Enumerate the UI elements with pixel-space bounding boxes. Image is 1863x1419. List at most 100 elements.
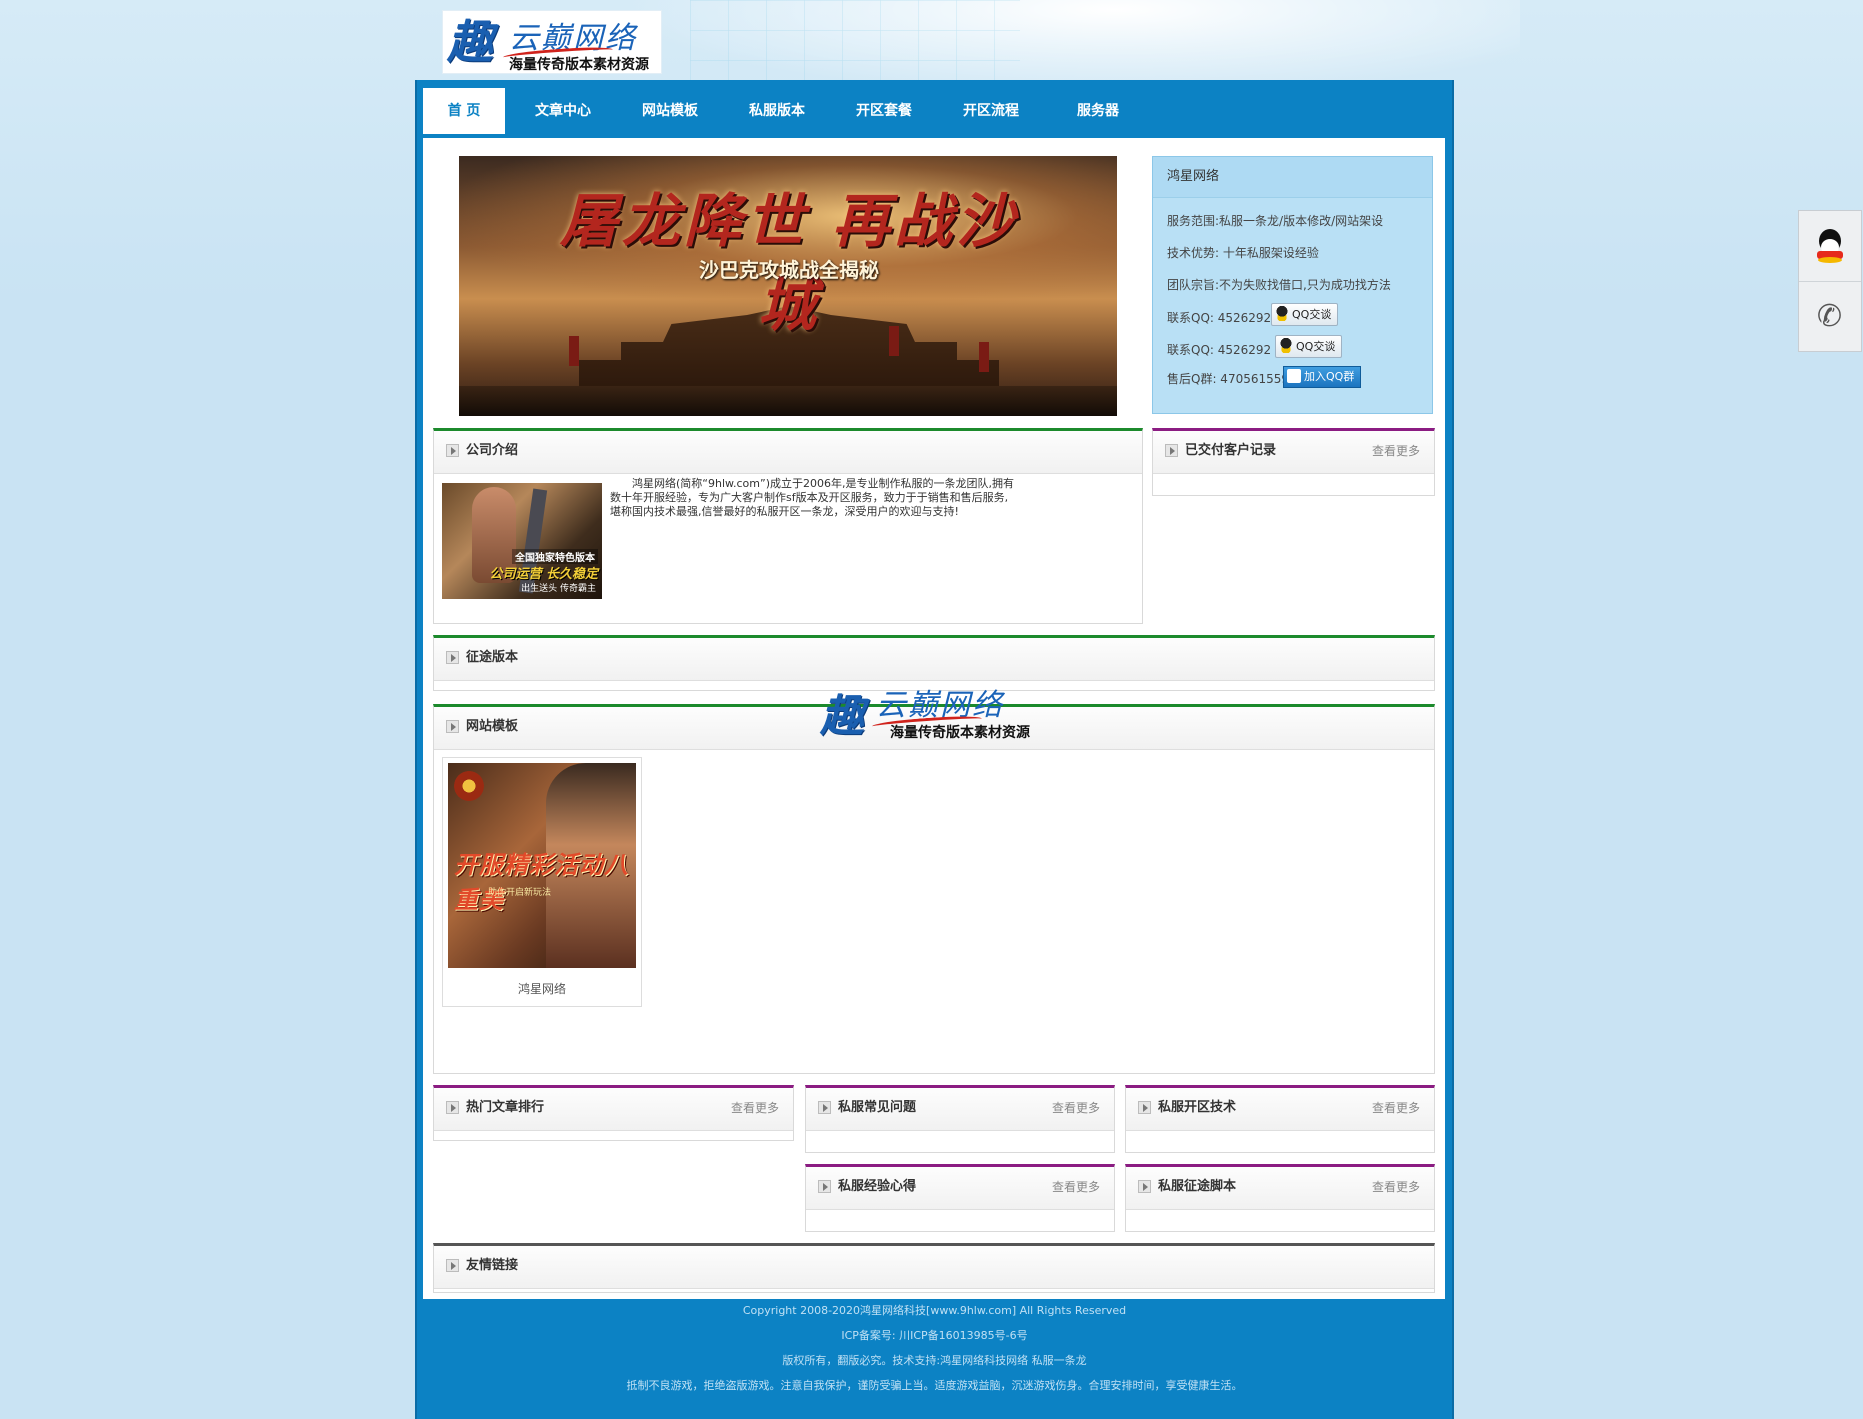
website-templates-panel: 网站模板 开服精彩活动八重美 助你开启新玩法 鸿星网络 (433, 704, 1435, 1074)
emblem-icon (454, 771, 484, 801)
background-tiles (690, 0, 1020, 90)
template-image: 开服精彩活动八重美 助你开启新玩法 (448, 763, 636, 968)
arrow-icon (818, 1180, 831, 1193)
panel-header: 私服征途脚本 查看更多 (1126, 1167, 1434, 1210)
qq-chat-button-1[interactable]: QQ交谈 (1271, 303, 1339, 326)
delivered-records-panel: 已交付客户记录 查看更多 (1152, 428, 1435, 496)
more-link[interactable]: 查看更多 (1372, 1088, 1420, 1128)
image-caption: 出生送头 传奇霸主 (521, 584, 596, 594)
more-link[interactable]: 查看更多 (1052, 1167, 1100, 1207)
image-caption: 全国独家特色版本 (512, 549, 598, 564)
info-service-scope: 服务范围:私服一条龙/版本修改/网站架设 (1167, 214, 1384, 228)
site-logo[interactable]: 趣 云巅网络 海量传奇版本素材资源 (442, 10, 662, 74)
nav-articles[interactable]: 文章中心 (513, 88, 613, 134)
qq-penguin-icon (1279, 338, 1293, 353)
footer: Copyright 2008-2020鸿星网络科技[www.9hlw.com] … (417, 1298, 1452, 1398)
qq-penguin-icon (1816, 229, 1844, 263)
info-qq-group: 售后Q群: 470561559 (1167, 372, 1290, 386)
nav-versions[interactable]: 私服版本 (727, 88, 827, 134)
hot-articles-panel: 热门文章排行 查看更多 (433, 1085, 794, 1141)
logo-tagline: 海量传奇版本素材资源 (509, 57, 649, 73)
intro-text: 鸿星网络(简称“9hlw.com”)成立于2006年,是专业制作私服的一条龙团队… (610, 477, 1014, 518)
floating-phone-button[interactable]: ✆ (1799, 282, 1861, 352)
arrow-icon (446, 651, 459, 664)
logo-glyph: 趣 (447, 15, 493, 69)
nav-home[interactable]: 首 页 (423, 88, 505, 134)
panel-header: 私服常见问题 查看更多 (806, 1088, 1114, 1131)
panel-title: 私服开区技术 (1158, 1100, 1237, 1115)
phone-icon: ✆ (1817, 299, 1843, 334)
arrow-icon (446, 1259, 459, 1272)
nav-packages[interactable]: 开区套餐 (834, 88, 934, 134)
intro-image[interactable]: 全国独家特色版本 公司运营 长久稳定 出生送头 传奇霸主 (442, 483, 602, 599)
main-nav: 首 页 文章中心 网站模板 私服版本 开区套餐 开区流程 服务器 (417, 88, 1452, 134)
panel-header: 私服开区技术 查看更多 (1126, 1088, 1434, 1131)
tech-panel: 私服开区技术 查看更多 (1125, 1085, 1435, 1153)
panel-title: 征途版本 (466, 650, 519, 665)
footer-copyright: Copyright 2008-2020鸿星网络科技[www.9hlw.com] … (742, 1304, 1127, 1317)
panel-header: 公司介绍 (434, 431, 1142, 474)
join-qq-group-button[interactable]: 加入QQ群 (1283, 366, 1362, 388)
panel-header: 征途版本 (434, 638, 1434, 681)
floating-qq-button[interactable] (1799, 211, 1861, 282)
qq-chat-label: QQ交谈 (1296, 340, 1336, 353)
panel-header: 私服经验心得 查看更多 (806, 1167, 1114, 1210)
scripts-panel: 私服征途脚本 查看更多 (1125, 1164, 1435, 1232)
friend-links-panel: 友情链接 (433, 1243, 1435, 1293)
more-link[interactable]: 查看更多 (1372, 1167, 1420, 1207)
panel-header: 已交付客户记录 查看更多 (1153, 431, 1434, 474)
template-card[interactable]: 开服精彩活动八重美 助你开启新玩法 鸿星网络 (442, 757, 642, 1007)
arrow-icon (818, 1101, 831, 1114)
panel-title: 私服征途脚本 (1158, 1179, 1237, 1194)
zhengtu-versions-panel: 征途版本 (433, 635, 1435, 691)
panel-title: 友情链接 (466, 1258, 519, 1273)
hero-banner[interactable]: 屠龙降世 再战沙城 沙巴克攻城战全揭秘 (459, 156, 1117, 416)
panel-title: 网站模板 (466, 719, 519, 734)
qq-group-icon (1287, 369, 1301, 383)
nav-templates[interactable]: 网站模板 (620, 88, 720, 134)
join-qq-group-label: 加入QQ群 (1304, 370, 1355, 383)
contact-info-box: 鸿星网络 服务范围:私服一条龙/版本修改/网站架设 技术优势: 十年私服架设经验… (1152, 156, 1433, 414)
info-title: 鸿星网络 (1153, 157, 1432, 198)
info-qq-1: 联系QQ: 4526292 (1167, 311, 1272, 325)
company-intro-panel: 公司介绍 全国独家特色版本 公司运营 长久稳定 出生送头 传奇霸主 鸿星网络(简… (433, 428, 1143, 624)
content-area: 屠龙降世 再战沙城 沙巴克攻城战全揭秘 鸿星网络 服务范围:私服一条龙/版本修改… (423, 138, 1445, 1299)
footer-health-notice: 抵制不良游戏，拒绝盗版游戏。注意自我保护，谨防受骗上当。适度游戏益脑，沉迷游戏伤… (626, 1379, 1243, 1392)
info-motto: 团队宗旨:不为失败找借口,只为成功找方法 (1167, 278, 1391, 292)
image-caption: 公司运营 长久稳定 (489, 567, 598, 582)
template-image-text: 开服精彩活动八重美 (454, 851, 629, 914)
experience-panel: 私服经验心得 查看更多 (805, 1164, 1115, 1232)
qq-chat-button-2[interactable]: QQ交谈 (1275, 335, 1343, 358)
footer-rights: 版权所有，翻版必究。技术支持:鸿星网络科技网络 私服一条龙 (782, 1354, 1087, 1367)
arrow-icon (1138, 1101, 1151, 1114)
main-frame: 首 页 文章中心 网站模板 私服版本 开区套餐 开区流程 服务器 屠龙降世 再战… (415, 80, 1454, 1419)
banner-ground (459, 386, 1117, 416)
floating-contact-bar: ✆ (1798, 210, 1862, 352)
panel-title: 已交付客户记录 (1185, 443, 1277, 458)
arrow-icon (446, 720, 459, 733)
template-image-subtext: 助你开启新玩法 (488, 888, 552, 898)
banner-flag (979, 342, 989, 372)
nav-process[interactable]: 开区流程 (941, 88, 1041, 134)
panel-title: 公司介绍 (466, 443, 519, 458)
arrow-icon (1138, 1180, 1151, 1193)
info-advantage: 技术优势: 十年私服架设经验 (1167, 246, 1319, 260)
banner-subtitle: 沙巴克攻城战全揭秘 (699, 258, 879, 282)
panel-title: 热门文章排行 (466, 1100, 545, 1115)
more-link[interactable]: 查看更多 (1372, 431, 1420, 471)
panel-title: 私服经验心得 (838, 1179, 917, 1194)
info-qq-2: 联系QQ: 4526292 (1167, 343, 1272, 357)
qq-chat-label: QQ交谈 (1292, 308, 1332, 321)
arrow-icon (446, 444, 459, 457)
panel-header: 热门文章排行 查看更多 (434, 1088, 793, 1131)
footer-icp[interactable]: ICP备案号: 川ICP备16013985号-6号 (417, 1323, 1452, 1348)
panel-header: 友情链接 (434, 1246, 1434, 1289)
qq-penguin-icon (1275, 306, 1289, 321)
faq-panel: 私服常见问题 查看更多 (805, 1085, 1115, 1153)
template-caption: 鸿星网络 (517, 982, 566, 996)
nav-servers[interactable]: 服务器 (1048, 88, 1148, 134)
more-link[interactable]: 查看更多 (731, 1088, 779, 1128)
arrow-icon (446, 1101, 459, 1114)
panel-header: 网站模板 (434, 707, 1434, 750)
more-link[interactable]: 查看更多 (1052, 1088, 1100, 1128)
